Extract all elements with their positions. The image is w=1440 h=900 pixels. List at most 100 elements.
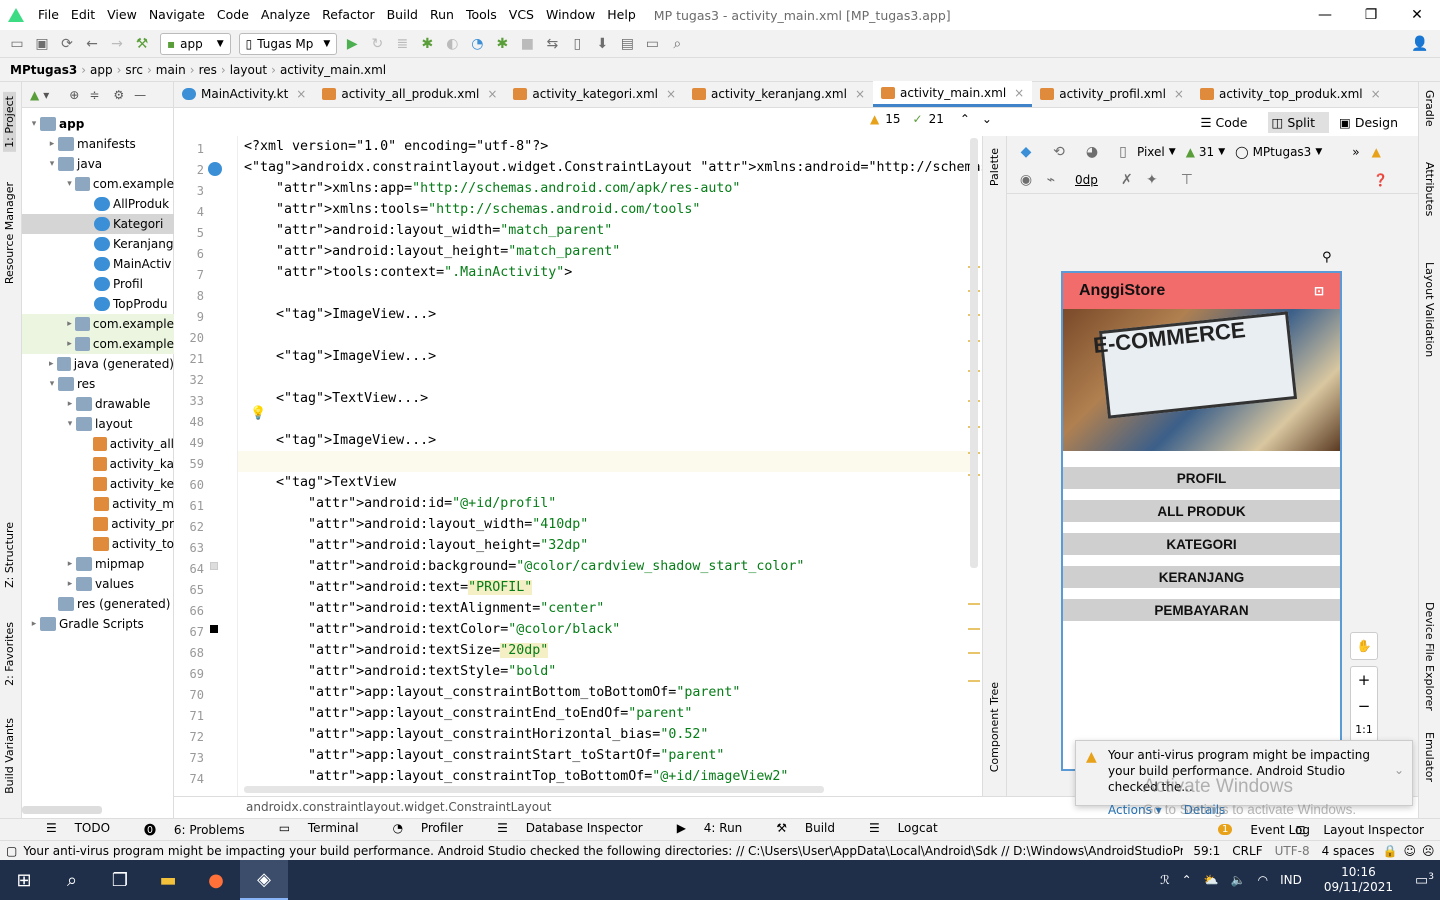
default-margin-label[interactable]: 0dp xyxy=(1075,173,1098,187)
input-language[interactable]: IND xyxy=(1280,873,1302,887)
expand-arrow-icon[interactable]: ▾ xyxy=(46,159,58,169)
editor-vscrollbar[interactable] xyxy=(970,138,978,568)
expand-arrow-icon[interactable]: ▸ xyxy=(28,619,40,629)
tab-build-variants[interactable]: Build Variants xyxy=(3,718,16,794)
file-encoding[interactable]: UTF-8 xyxy=(1275,844,1310,858)
maximize-icon[interactable]: ❐ xyxy=(1348,0,1394,30)
error-stripe-mark[interactable] xyxy=(968,628,980,630)
device-label[interactable]: Pixel xyxy=(1137,145,1165,159)
code-line[interactable]: <"tag">TextView xyxy=(244,475,396,490)
menu-item-help[interactable]: Help xyxy=(601,0,642,30)
tab-project[interactable]: 1: Project xyxy=(3,92,16,152)
locate-icon[interactable]: ⊕ xyxy=(69,88,79,102)
tab-activity-profil-xml[interactable]: activity_profil.xml × xyxy=(1032,81,1192,107)
code-line[interactable]: "attr">android:textStyle="bold" xyxy=(244,664,556,679)
close-icon[interactable]: ✕ xyxy=(1394,0,1440,30)
breadcrumb-item[interactable]: main xyxy=(156,63,186,77)
show-hidden-icon[interactable]: ⌃ xyxy=(1182,873,1192,887)
clear-constraints-icon[interactable]: ✗ xyxy=(1116,169,1138,191)
sync-icon[interactable]: ⟳ xyxy=(56,33,78,55)
device-icon[interactable]: ▯ xyxy=(1112,141,1134,163)
close-tab-icon[interactable]: × xyxy=(1371,87,1381,101)
android-studio-icon[interactable]: ◈ xyxy=(240,860,288,900)
tree-item[interactable]: activity_m xyxy=(22,494,174,514)
expand-arrow-icon[interactable]: ▾ xyxy=(64,179,75,189)
layers-icon[interactable]: ◆ xyxy=(1015,141,1037,163)
sad-icon[interactable]: ☹ xyxy=(1422,844,1435,858)
tab-activity-top-produk-xml[interactable]: activity_top_produk.xml × xyxy=(1192,81,1389,107)
warning-icon[interactable]: ▲ xyxy=(1372,145,1381,159)
code-line[interactable]: "attr">android:layout_height="match_pare… xyxy=(244,244,620,259)
close-tab-icon[interactable]: × xyxy=(666,87,676,101)
zoom-out-icon[interactable]: − xyxy=(1351,693,1377,719)
color-swatch-icon[interactable] xyxy=(210,625,218,633)
expand-arrow-icon[interactable]: ▸ xyxy=(46,139,58,149)
tab-emulator[interactable]: Emulator xyxy=(1423,732,1436,782)
tab-structure[interactable]: Z: Structure xyxy=(3,522,16,588)
tool-logcat[interactable]: ☰ Logcat xyxy=(855,821,938,838)
lightbulb-icon[interactable]: 💡 xyxy=(250,406,266,421)
apply-code-icon[interactable]: ≣ xyxy=(391,33,413,55)
search-icon[interactable]: ⌕ xyxy=(666,33,688,55)
tab-activity-all-produk-xml[interactable]: activity_all_produk.xml × xyxy=(314,81,505,107)
status-message[interactable]: Your anti-virus program might be impacti… xyxy=(23,844,1183,858)
expand-icon[interactable]: ⌄ xyxy=(1394,763,1404,777)
menu-item-view[interactable]: View xyxy=(101,0,143,30)
people-icon[interactable]: ℛ xyxy=(1160,873,1170,887)
code-line[interactable]: "attr">tools:context=".MainActivity"> xyxy=(244,265,572,280)
tree-item[interactable]: MainActiv xyxy=(22,254,174,274)
tab-favorites[interactable]: 2: Favorites xyxy=(3,622,16,686)
menu-item-window[interactable]: Window xyxy=(540,0,601,30)
error-stripe-mark[interactable] xyxy=(968,603,980,605)
lock-icon[interactable]: 🔒 xyxy=(1383,844,1398,858)
tab-mainactivity-kt[interactable]: MainActivity.kt × xyxy=(174,81,314,107)
expand-arrow-icon[interactable]: ▸ xyxy=(64,319,75,329)
tree-item[interactable]: ▾ com.example xyxy=(22,174,174,194)
open-folder-icon[interactable]: ▭ xyxy=(6,33,28,55)
tool-terminal[interactable]: ▭ Terminal xyxy=(265,821,359,838)
network-icon[interactable]: ⛅ xyxy=(1204,873,1219,887)
close-tab-icon[interactable]: × xyxy=(296,87,306,101)
night-mode-icon[interactable]: ◕ xyxy=(1081,141,1103,163)
terminal-icon[interactable]: ▭ xyxy=(641,33,663,55)
minimize-icon[interactable]: — xyxy=(1302,0,1348,30)
tab-component-tree[interactable]: Component Tree xyxy=(988,682,1001,772)
expand-arrow-icon[interactable]: ▾ xyxy=(64,419,76,429)
tree-item[interactable]: activity_pr xyxy=(22,514,174,534)
collapse-icon[interactable]: ≑ xyxy=(89,88,99,102)
tree-scrollbar[interactable] xyxy=(22,806,102,814)
color-swatch-icon[interactable] xyxy=(210,562,218,570)
tree-item[interactable]: ▸ manifests xyxy=(22,134,174,154)
tool-build[interactable]: ⚒ Build xyxy=(762,821,835,838)
menu-item-refactor[interactable]: Refactor xyxy=(316,0,380,30)
guidelines-icon[interactable]: ⊤ xyxy=(1176,169,1198,191)
code-line[interactable]: "attr">app:layout_constraintTop_toBottom… xyxy=(244,769,788,784)
tree-item[interactable]: Profil xyxy=(22,274,174,294)
breadcrumb-item[interactable]: MPtugas3 xyxy=(10,63,77,77)
tree-item[interactable]: ▾ app xyxy=(22,114,174,134)
expand-arrow-icon[interactable]: ▸ xyxy=(64,579,76,589)
close-tab-icon[interactable]: × xyxy=(855,87,865,101)
menu-item-file[interactable]: File xyxy=(32,0,65,30)
prev-highlight-icon[interactable]: ⌃ xyxy=(960,112,970,126)
code-editor[interactable]: 1 2 3 4 5 6 7 8 9 20 21 32 33 48 49 59 60 61 62 63 64 65 66 67 6… xyxy=(174,108,1085,796)
error-stripe-mark[interactable] xyxy=(968,652,980,654)
close-tab-icon[interactable]: × xyxy=(487,87,497,101)
event-log-button[interactable]: 1 Event Log xyxy=(1204,823,1310,837)
tree-item[interactable]: ▸ com.example xyxy=(22,334,174,354)
view-dropdown-icon[interactable]: ▾ xyxy=(43,88,49,102)
debug-icon[interactable]: ✱ xyxy=(416,33,438,55)
expand-arrow-icon[interactable]: ▾ xyxy=(46,379,58,389)
code-line[interactable]: "attr">android:layout_height="32dp" xyxy=(244,538,588,553)
tab-attributes[interactable]: Attributes xyxy=(1423,162,1436,216)
tab-device-file-explorer[interactable]: Device File Explorer xyxy=(1423,602,1436,711)
expand-arrow-icon[interactable]: ▾ xyxy=(28,119,40,129)
breadcrumb-item[interactable]: res xyxy=(199,63,217,77)
preview-button-pembayaran[interactable]: PEMBAYARAN xyxy=(1063,599,1340,621)
profile-icon[interactable]: ◔ xyxy=(466,33,488,55)
next-highlight-icon[interactable]: ⌄ xyxy=(982,112,992,126)
autoconnect-icon[interactable]: ⌁ xyxy=(1040,169,1062,191)
preview-button-all-produk[interactable]: ALL PRODUK xyxy=(1063,500,1340,522)
layout-inspector-button[interactable]: ⊡ Layout Inspector xyxy=(1296,823,1424,837)
tool-todo[interactable]: ☰ TODO xyxy=(32,821,110,838)
